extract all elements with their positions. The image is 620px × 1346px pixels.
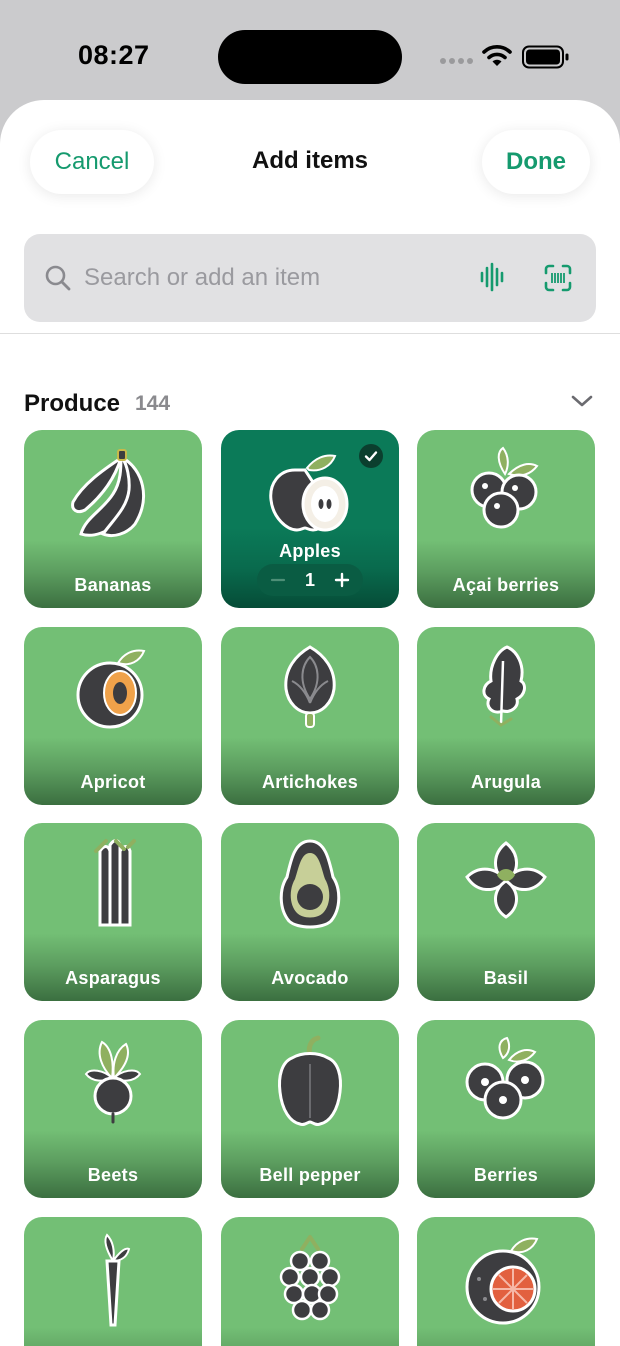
apricot-icon [76,649,146,729]
tile-blackberries[interactable] [221,1217,399,1346]
tile-asparagus[interactable]: Asparagus [24,823,202,1001]
decrement-button[interactable] [265,567,291,593]
arugula-icon [482,645,526,727]
bell-pepper-icon [278,1035,342,1127]
search-bar[interactable]: Search or add an item [24,234,596,322]
increment-button[interactable] [329,567,355,593]
divider [0,333,620,334]
search-input[interactable]: Search or add an item [84,264,320,292]
tile-bell-pepper[interactable]: Bell pepper [221,1020,399,1198]
tile-grapefruit[interactable] [417,1217,595,1346]
tile-label: Bananas [74,575,152,595]
blackberry-icon [279,1235,341,1321]
section-count: 144 [135,392,171,415]
battery-icon [522,45,569,69]
tile-label: Bell pepper [259,1165,361,1185]
chevron-down-icon[interactable] [570,393,594,409]
status-time: 08:27 [78,40,150,70]
grapefruit-icon [465,1237,541,1325]
tile-berries[interactable]: Berries [417,1020,595,1198]
tile-label: Artichokes [261,772,359,792]
status-bar: 08:27 [0,0,620,100]
tile-bananas[interactable]: Bananas [24,430,202,608]
tile-artichokes[interactable]: Artichokes [221,627,399,805]
beet-icon [84,1040,142,1124]
voice-input-icon[interactable] [480,262,506,292]
section-title: Produce [24,390,121,417]
search-icon [45,265,71,291]
acai-berries-icon [470,446,539,529]
wifi-icon [482,45,512,66]
tile-avocado[interactable]: Avocado [221,823,399,1001]
tile-label: Avocado [271,968,349,988]
cellular-signal-icon [440,58,473,64]
tile-apricot[interactable]: Apricot [24,627,202,805]
tile-label: Açai berries [452,575,560,595]
done-button[interactable]: Done [482,130,590,194]
asparagus-icon [94,839,136,927]
tile-label: Apricot [80,772,146,792]
add-items-sheet: Cancel Add items Done Search or add an i… [0,100,620,1346]
artichoke-icon [284,645,336,728]
tile-label: Beets [87,1165,139,1185]
barcode-scan-icon[interactable] [544,264,572,292]
quantity-value: 1 [304,569,315,590]
basil-icon [465,841,547,919]
tile-label: Basil [483,968,529,988]
dynamic-island [218,30,402,84]
berries-icon [465,1036,545,1120]
carrot-icon [104,1233,131,1327]
tile-label: Arugula [470,772,542,792]
tile-label: Apples [279,541,341,561]
tile-label: Asparagus [65,968,161,988]
tile-apples[interactable]: Apples 1 [221,430,399,608]
tile-arugula[interactable]: Arugula [417,627,595,805]
bananas-icon [71,449,145,538]
avocado-icon [279,839,341,929]
tile-acai-berries[interactable]: Açai berries [417,430,595,608]
tile-carrot[interactable] [24,1217,202,1346]
tile-basil[interactable]: Basil [417,823,595,1001]
tile-label: Berries [473,1165,539,1185]
quantity-stepper[interactable]: 1 [257,564,363,596]
apple-icon [269,454,349,532]
tile-beets[interactable]: Beets [24,1020,202,1198]
